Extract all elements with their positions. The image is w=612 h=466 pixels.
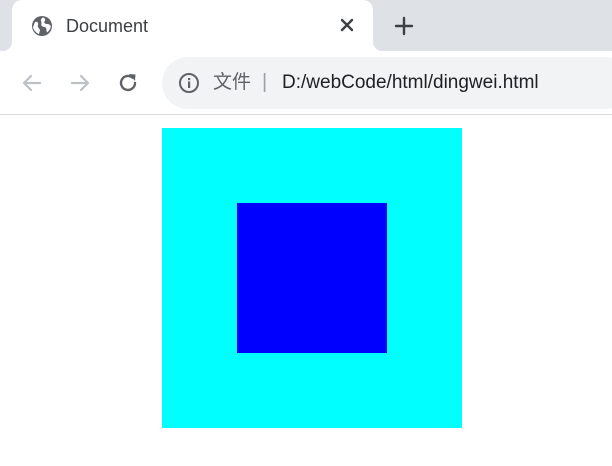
tab-document[interactable]: Document: [2, 0, 383, 51]
browser-window: Document 文件 | D:/webCode/html/dingwei.ht…: [0, 0, 612, 466]
address-bar[interactable]: 文件 | D:/webCode/html/dingwei.html: [162, 57, 612, 109]
inner-box: [237, 203, 387, 353]
url-text[interactable]: D:/webCode/html/dingwei.html: [282, 70, 539, 96]
close-icon[interactable]: [335, 13, 359, 37]
security-separator: |: [262, 71, 268, 93]
arrow-right-icon[interactable]: [66, 69, 94, 97]
reload-icon[interactable]: [114, 69, 142, 97]
globe-icon: [31, 15, 53, 37]
toolbar: 文件 | D:/webCode/html/dingwei.html: [0, 51, 612, 115]
tab-title: Document: [66, 16, 149, 36]
plus-icon[interactable]: [391, 13, 417, 39]
outer-box: [162, 128, 462, 428]
tab-strip: Document: [0, 0, 612, 51]
page-content: [0, 115, 612, 466]
security-label[interactable]: 文件: [213, 70, 251, 96]
arrow-left-icon[interactable]: [18, 69, 46, 97]
info-icon[interactable]: [178, 72, 200, 94]
